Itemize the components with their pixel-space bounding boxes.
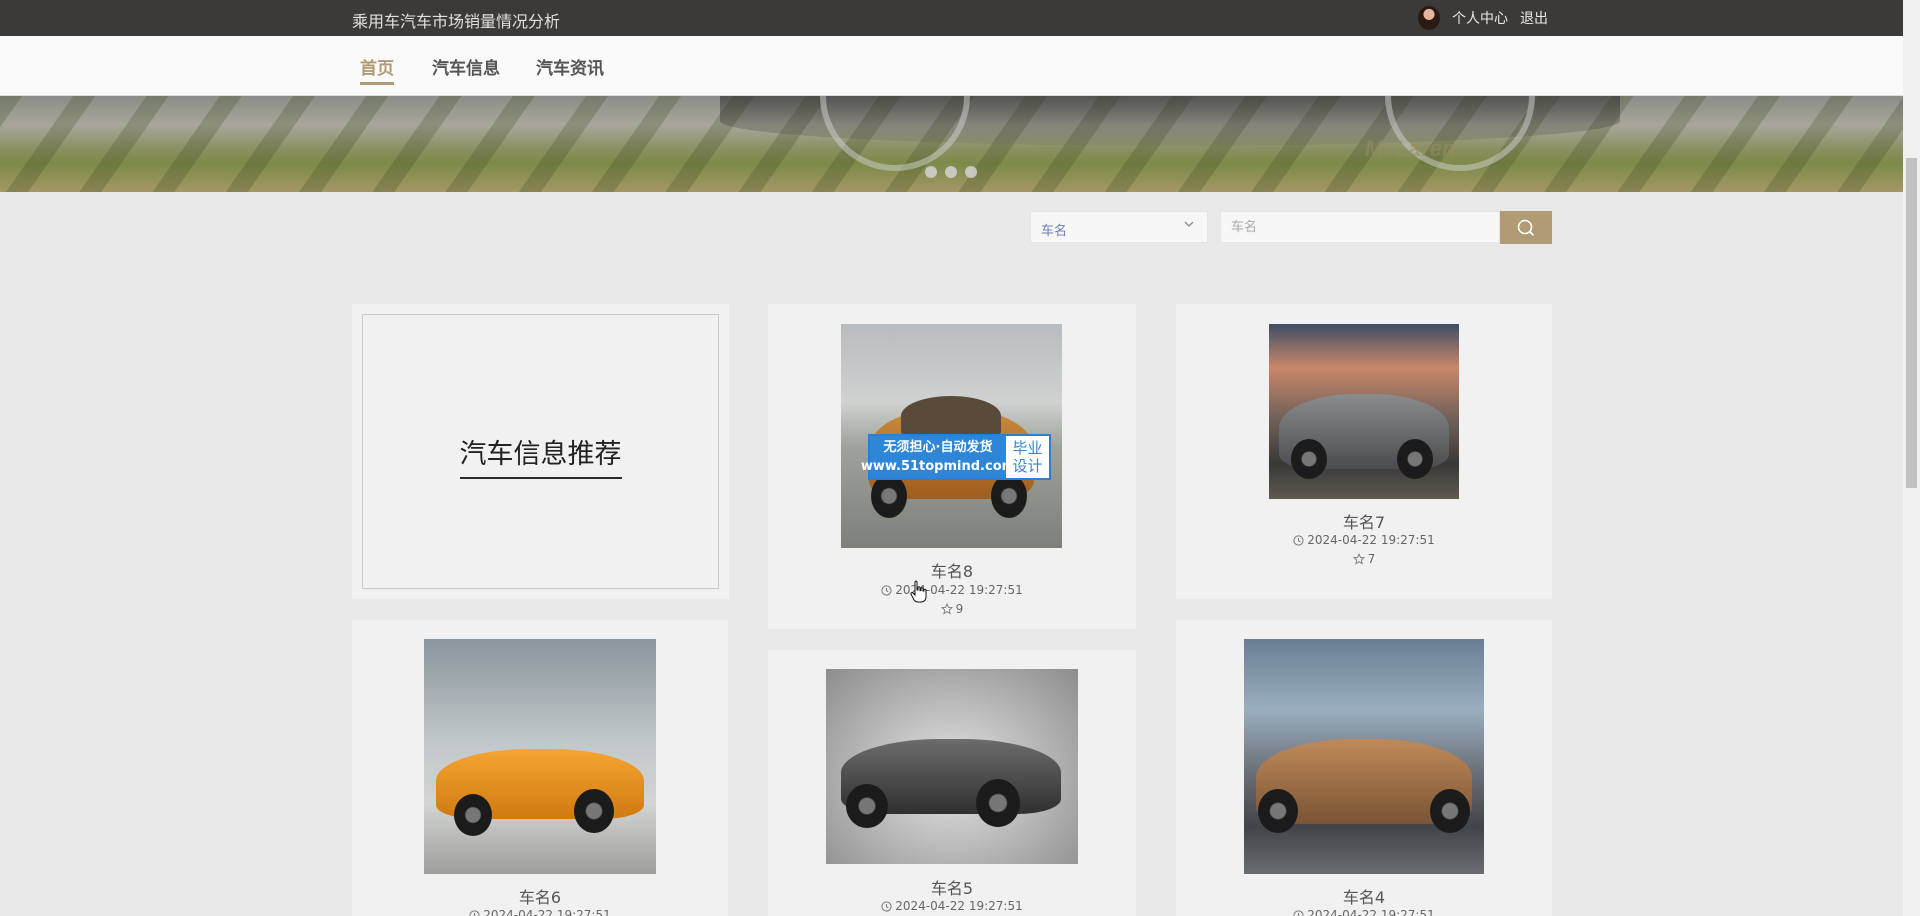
car-wheel — [1291, 439, 1327, 479]
nav-item-home[interactable]: 首页 — [360, 54, 394, 85]
car-time: 2024-04-22 19:27:51 — [1176, 908, 1552, 916]
car-time: 2024-04-22 19:27:51 — [768, 899, 1136, 913]
car-wheel — [846, 784, 888, 828]
watermark-tag1: 毕业 — [1012, 439, 1043, 457]
car-time-text: 2024-04-22 19:27:51 — [895, 899, 1023, 913]
carousel-dot[interactable] — [965, 166, 977, 178]
clock-icon — [1293, 534, 1304, 546]
search-input[interactable] — [1220, 211, 1500, 243]
car-name: 车名4 — [1342, 888, 1386, 907]
watermark-line1: 无须担心·自动发货 — [883, 440, 993, 455]
search-field-selected: 车名 — [1041, 224, 1068, 239]
car-card[interactable]: 车名7 2024-04-22 19:27:51 7 — [1176, 304, 1552, 599]
nav-item-car-news[interactable]: 汽车资讯 — [536, 54, 604, 79]
watermark-left: 无须担心·自动发货 www.51topmind.com — [861, 436, 1015, 478]
car-image[interactable] — [826, 669, 1078, 864]
carousel-dots — [925, 166, 977, 178]
banner-brand-text: McLaren — [1365, 136, 1456, 161]
watermark-tag2: 设计 — [1012, 457, 1043, 475]
car-name: 车名8 — [930, 562, 974, 581]
recommend-title-text: 汽车信息推荐 — [459, 432, 622, 479]
search-icon — [1517, 219, 1535, 236]
car-window — [901, 396, 1001, 436]
star-icon — [940, 603, 953, 615]
car-wheel — [1430, 789, 1470, 833]
car-wheel — [454, 794, 492, 836]
car-wheel — [1258, 789, 1298, 833]
scrollbar-thumb[interactable] — [1906, 158, 1917, 488]
clock-icon — [881, 584, 892, 596]
car-favorites: 7 — [1176, 552, 1552, 566]
main-nav: 首页 汽车信息 汽车资讯 — [0, 36, 1903, 96]
car-wheel — [991, 474, 1027, 518]
site-title: 乘用车汽车市场销量情况分析 — [352, 12, 561, 31]
watermark-right: 毕业 设计 — [1006, 436, 1049, 478]
car-card[interactable]: 车名4 2024-04-22 19:27:51 — [1176, 620, 1552, 916]
car-favorites: 9 — [768, 602, 1136, 616]
search-field-select[interactable]: 车名 — [1030, 211, 1208, 243]
car-wheel — [871, 474, 907, 518]
car-time-text: 2024-04-22 19:27:51 — [1307, 908, 1435, 916]
car-name: 车名5 — [930, 879, 974, 898]
recommend-card: 汽车信息推荐 — [352, 304, 729, 599]
watermark-line2: www.51topmind.com — [860, 459, 1016, 474]
car-image[interactable] — [424, 639, 656, 874]
car-time: 2024-04-22 19:27:51 — [1176, 533, 1552, 547]
car-image[interactable] — [1244, 639, 1484, 874]
clock-icon — [469, 909, 480, 916]
car-favorites-count: 9 — [955, 602, 964, 616]
car-time: 2024-04-22 19:27:51 — [352, 908, 728, 916]
car-time: 2024-04-22 19:27:51 — [768, 583, 1136, 597]
search-button[interactable] — [1500, 211, 1552, 244]
star-icon — [1352, 553, 1365, 565]
watermark-badge: 无须担心·自动发货 www.51topmind.com 毕业 设计 — [861, 434, 1051, 480]
car-favorites-count: 7 — [1367, 552, 1376, 566]
car-time-text: 2024-04-22 19:27:51 — [483, 908, 611, 916]
chevron-down-icon — [1183, 218, 1195, 234]
car-time-text: 2024-04-22 19:27:51 — [1307, 533, 1435, 547]
carousel-dot[interactable] — [945, 166, 957, 178]
hand-cursor-icon — [910, 580, 927, 603]
car-card[interactable]: 车名6 2024-04-22 19:27:51 — [352, 620, 728, 916]
profile-link[interactable]: 个人中心 — [1452, 8, 1508, 28]
clock-icon — [1293, 909, 1304, 916]
recommend-title: 汽车信息推荐 — [352, 432, 729, 479]
carousel-dot[interactable] — [925, 166, 937, 178]
car-name: 车名7 — [1342, 513, 1386, 532]
logout-link[interactable]: 退出 — [1520, 8, 1548, 28]
user-area: 个人中心 退出 — [1418, 6, 1548, 30]
clock-icon — [881, 900, 892, 912]
nav-item-car-info[interactable]: 汽车信息 — [432, 54, 500, 79]
avatar[interactable] — [1418, 6, 1440, 30]
top-bar: 乘用车汽车市场销量情况分析 个人中心 退出 — [0, 0, 1903, 36]
car-wheel — [574, 789, 614, 833]
car-card[interactable]: 车名5 2024-04-22 19:27:51 — [768, 650, 1136, 916]
page-scrollbar[interactable] — [1903, 0, 1920, 916]
car-image[interactable] — [1269, 324, 1459, 499]
car-name: 车名6 — [518, 888, 562, 907]
car-wheel — [1397, 439, 1433, 479]
car-wheel — [976, 779, 1020, 827]
